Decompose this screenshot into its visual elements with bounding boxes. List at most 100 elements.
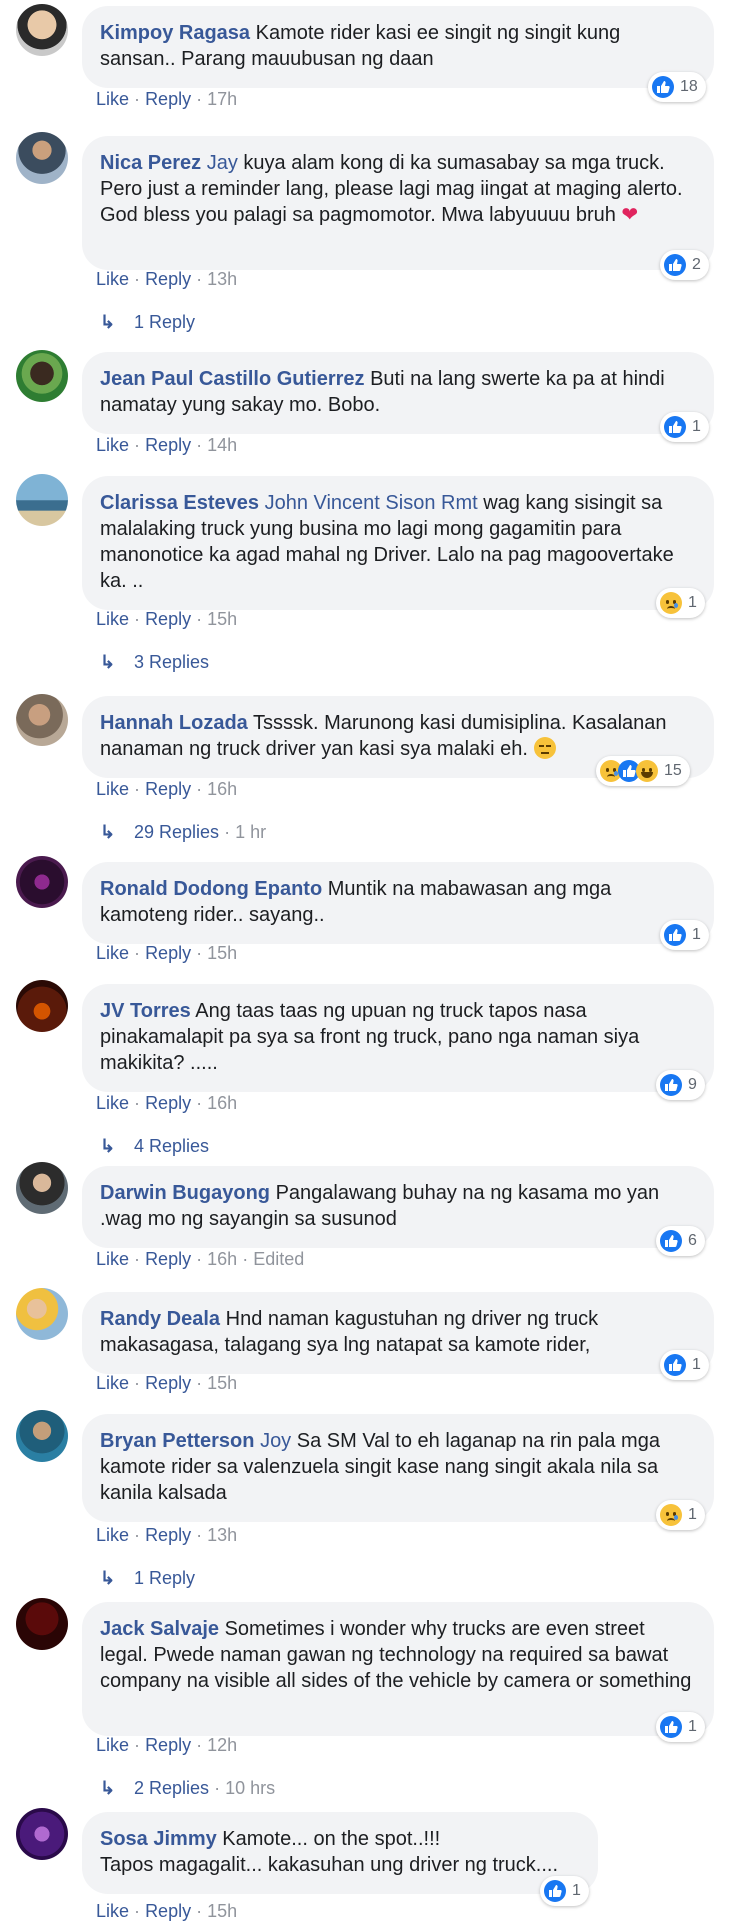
replies-count: 3 Replies xyxy=(134,652,210,672)
comment-mention[interactable]: Joy xyxy=(260,1430,291,1452)
avatar[interactable] xyxy=(16,1288,68,1340)
like-link[interactable]: Like xyxy=(96,779,129,799)
comment-author[interactable]: Randy Deala xyxy=(100,1308,220,1330)
reply-link[interactable]: Reply xyxy=(145,1373,191,1393)
reaction-count-badge[interactable]: 1 xyxy=(540,1876,589,1906)
comment-author[interactable]: Sosa Jimmy xyxy=(100,1828,217,1850)
comment-timestamp[interactable]: 13h xyxy=(207,269,237,289)
replies-count: 2 Replies xyxy=(134,1778,210,1798)
reaction-count-badge[interactable]: 6 xyxy=(656,1226,705,1256)
reply-link[interactable]: Reply xyxy=(145,1525,191,1545)
separator: · xyxy=(134,1249,141,1269)
avatar[interactable] xyxy=(16,350,68,402)
reply-link[interactable]: Reply xyxy=(145,1093,191,1113)
reaction-count-badge[interactable]: 1 xyxy=(660,1350,709,1380)
reply-link[interactable]: Reply xyxy=(145,609,191,629)
avatar[interactable] xyxy=(16,694,68,746)
reaction-count-badge[interactable]: 1 xyxy=(660,412,709,442)
separator: · xyxy=(134,269,141,289)
reaction-count-badge[interactable]: 1 xyxy=(656,588,705,618)
reply-link[interactable]: Reply xyxy=(145,269,191,289)
like-link[interactable]: Like xyxy=(96,1093,129,1113)
like-link[interactable]: Like xyxy=(96,943,129,963)
comment-author[interactable]: Kimpoy Ragasa xyxy=(100,22,250,44)
avatar[interactable] xyxy=(16,856,68,908)
view-replies-link[interactable]: ↳ 3 Replies xyxy=(100,652,209,673)
comment-timestamp[interactable]: 16h xyxy=(207,1249,237,1269)
separator: · xyxy=(196,1249,203,1269)
avatar[interactable] xyxy=(16,1808,68,1860)
comment-mention[interactable]: Jay xyxy=(207,152,238,174)
like-link[interactable]: Like xyxy=(96,1735,129,1755)
reaction-count-badge[interactable]: 9 xyxy=(656,1070,705,1100)
comment-author[interactable]: Bryan Petterson xyxy=(100,1430,255,1452)
reply-link[interactable]: Reply xyxy=(145,1901,191,1921)
like-link[interactable]: Like xyxy=(96,1249,129,1269)
like-link[interactable]: Like xyxy=(96,1525,129,1545)
comment-timestamp[interactable]: 15h xyxy=(207,943,237,963)
reaction-count-badge[interactable]: 18 xyxy=(648,72,706,102)
comment-timestamp[interactable]: 16h xyxy=(207,779,237,799)
view-replies-link[interactable]: ↳ 2 Replies · 10 hrs xyxy=(100,1778,275,1799)
comment-author[interactable]: Jean Paul Castillo Gutierrez xyxy=(100,368,365,390)
like-link[interactable]: Like xyxy=(96,435,129,455)
comment-author[interactable]: JV Torres xyxy=(100,1000,191,1022)
avatar[interactable] xyxy=(16,474,68,526)
comment-timestamp[interactable]: 12h xyxy=(207,1735,237,1755)
edited-label[interactable]: Edited xyxy=(253,1249,304,1269)
comment-author[interactable]: Hannah Lozada xyxy=(100,712,248,734)
reaction-count-badge[interactable]: 1 xyxy=(656,1712,705,1742)
view-replies-link[interactable]: ↳ 29 Replies · 1 hr xyxy=(100,822,266,843)
reply-link[interactable]: Reply xyxy=(145,1249,191,1269)
view-replies-link[interactable]: ↳ 4 Replies xyxy=(100,1136,209,1157)
like-link[interactable]: Like xyxy=(96,1901,129,1921)
reaction-count-badge[interactable]: 15 xyxy=(596,756,690,786)
comment-timestamp[interactable]: 16h xyxy=(207,1093,237,1113)
reaction-count-badge[interactable]: 2 xyxy=(660,250,709,280)
view-replies-link[interactable]: ↳ 1 Reply xyxy=(100,312,195,333)
comment-mention[interactable]: John Vincent Sison Rmt xyxy=(265,492,478,514)
reply-link[interactable]: Reply xyxy=(145,435,191,455)
avatar[interactable] xyxy=(16,1162,68,1214)
comment-author[interactable]: Nica Perez xyxy=(100,152,201,174)
separator: · xyxy=(134,779,141,799)
comment-actions: Like · Reply · 15h xyxy=(96,1900,237,1922)
reply-arrow-icon: ↳ xyxy=(100,652,116,672)
comment-timestamp[interactable]: 15h xyxy=(207,1901,237,1921)
reaction-count: 1 xyxy=(688,594,697,611)
comment-actions: Like · Reply · 17h xyxy=(96,88,237,110)
reaction-count-badge[interactable]: 1 xyxy=(660,920,709,950)
comment-timestamp[interactable]: 15h xyxy=(207,1373,237,1393)
like-link[interactable]: Like xyxy=(96,269,129,289)
reaction-count-badge[interactable]: 1 xyxy=(656,1500,705,1530)
comment-timestamp[interactable]: 13h xyxy=(207,1525,237,1545)
like-link[interactable]: Like xyxy=(96,89,129,109)
comment-timestamp[interactable]: 15h xyxy=(207,609,237,629)
avatar[interactable] xyxy=(16,132,68,184)
comment-bubble: Ronald Dodong Epanto Muntik na mabawasan… xyxy=(82,862,714,944)
avatar[interactable] xyxy=(16,1598,68,1650)
comment-author[interactable]: Clarissa Esteves xyxy=(100,492,259,514)
reply-arrow-icon: ↳ xyxy=(100,822,116,842)
like-link[interactable]: Like xyxy=(96,609,129,629)
reply-link[interactable]: Reply xyxy=(145,943,191,963)
reply-link[interactable]: Reply xyxy=(145,779,191,799)
comment-author[interactable]: Ronald Dodong Epanto xyxy=(100,878,322,900)
comment-actions: Like · Reply · 16h · Edited xyxy=(96,1248,304,1270)
comment-author[interactable]: Darwin Bugayong xyxy=(100,1182,270,1204)
comment-timestamp[interactable]: 14h xyxy=(207,435,237,455)
reply-link[interactable]: Reply xyxy=(145,1735,191,1755)
separator: · xyxy=(196,1525,203,1545)
comment-timestamp[interactable]: 17h xyxy=(207,89,237,109)
view-replies-link[interactable]: ↳ 1 Reply xyxy=(100,1568,195,1589)
comment-author[interactable]: Jack Salvaje xyxy=(100,1618,219,1640)
avatar[interactable] xyxy=(16,980,68,1032)
replies-timestamp: 1 hr xyxy=(235,822,267,842)
avatar[interactable] xyxy=(16,1410,68,1462)
reply-link[interactable]: Reply xyxy=(145,89,191,109)
reply-arrow-icon: ↳ xyxy=(100,312,116,332)
separator: · xyxy=(196,1735,203,1755)
like-link[interactable]: Like xyxy=(96,1373,129,1393)
avatar[interactable] xyxy=(16,4,68,56)
separator: · xyxy=(134,1735,141,1755)
